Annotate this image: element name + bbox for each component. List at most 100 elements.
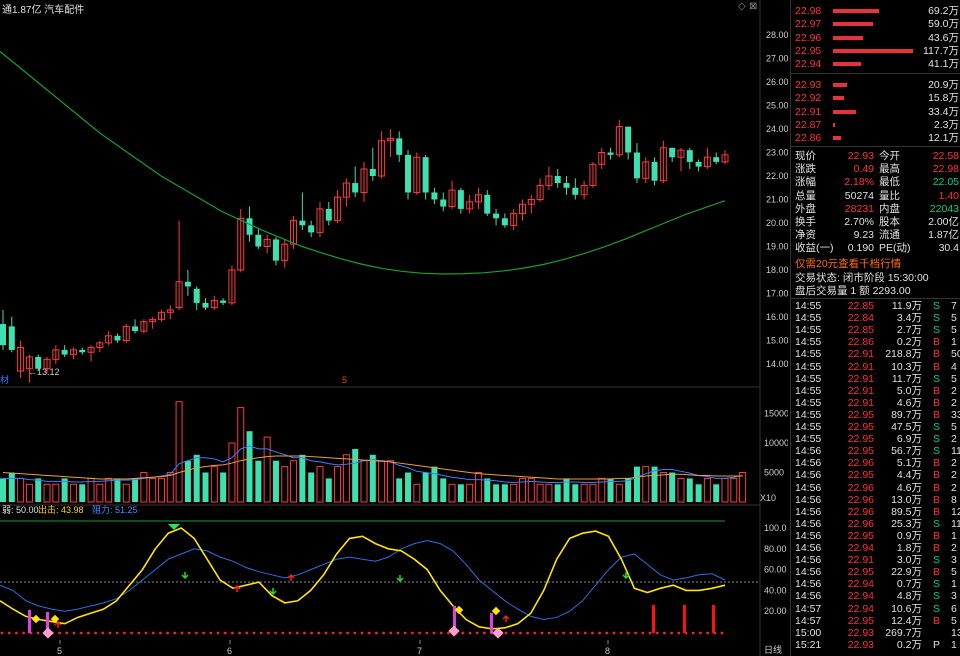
volume-bar <box>448 483 456 503</box>
tick-side: B <box>933 360 941 373</box>
bid-row[interactable]: 22.93 20.9万 <box>795 79 960 92</box>
tick-volume: 2.7万 <box>896 324 922 337</box>
tick-row[interactable]: 14:56 22.96 89.5万 B 12 <box>795 506 960 519</box>
tick-side: B <box>933 542 941 554</box>
price-tick: 18.00 <box>766 265 788 275</box>
quote-row[interactable]: 净资 9.23 流通 1.87亿 <box>795 229 960 242</box>
tick-row[interactable]: 14:55 22.86 0.2万 B 1 <box>795 336 960 349</box>
baseline-dot <box>555 631 558 635</box>
tick-row[interactable]: 14:56 22.95 56.7万 S 11 <box>795 445 960 458</box>
tick-side: S <box>933 324 941 337</box>
tick-row[interactable]: 14:57 22.94 10.6万 S 6 <box>795 603 960 616</box>
baseline-dot <box>187 631 191 635</box>
ask-price: 22.96 <box>795 31 822 44</box>
quote-key: PE(动) <box>879 242 911 255</box>
tick-row[interactable]: 14:56 22.95 0.9万 B 1 <box>795 530 960 543</box>
quote-row[interactable]: 总量 50274 量比 1.40 <box>795 190 960 203</box>
tick-row[interactable]: 14:55 22.95 47.5万 S 5 <box>795 421 960 434</box>
tick-price: 22.85 <box>847 324 874 337</box>
bid-row[interactable]: 22.87 2.3万 <box>795 119 960 132</box>
baseline-dot <box>598 631 601 635</box>
candle-body <box>563 183 570 188</box>
tick-time: 14:56 <box>795 554 822 567</box>
tick-row[interactable]: 14:56 22.96 5.1万 B 2 <box>795 457 960 470</box>
tick-row[interactable]: 14:55 22.91 10.3万 B 4 <box>795 361 960 374</box>
tick-row[interactable]: 14:55 22.84 3.4万 S 5 <box>795 312 960 325</box>
ask-row[interactable]: 22.96 43.6万 <box>795 32 960 45</box>
tick-row[interactable]: 15:21 22.93 0.2万 P 1 <box>795 639 960 652</box>
candle-body <box>713 157 720 162</box>
tick-volume: 5.1万 <box>896 457 922 470</box>
baseline-dot <box>367 631 371 635</box>
tick-row[interactable]: 14:55 22.95 6.9万 S 2 <box>795 433 960 446</box>
tick-row[interactable]: 14:56 22.95 22.9万 B 5 <box>795 566 960 579</box>
quote-row[interactable]: 涨幅 2.18% 最低 22.05 <box>795 176 960 189</box>
ask-row[interactable]: 22.97 59.0万 <box>795 18 960 31</box>
quote-row[interactable]: 现价 22.93 今开 22.58 <box>795 150 960 163</box>
tick-price: 22.85 <box>847 300 874 312</box>
volume-bar <box>272 460 279 502</box>
quote-key: 净资 <box>795 229 816 242</box>
tick-row[interactable]: 14:55 22.91 4.6万 B 2 <box>795 397 960 410</box>
volume-bar <box>360 460 368 503</box>
tick-time: 14:56 <box>795 529 822 542</box>
tick-row[interactable]: 14:56 22.95 4.4万 B 2 <box>795 469 960 482</box>
ask-row[interactable]: 22.95 117.7万 <box>795 45 960 58</box>
bid-row[interactable]: 22.92 15.8万 <box>795 92 960 105</box>
tick-row[interactable]: 14:57 22.95 12.4万 B 5 <box>795 615 960 628</box>
tick-row[interactable]: 14:55 22.91 5.0万 B 2 <box>795 385 960 398</box>
tick-price: 22.93 <box>847 626 874 639</box>
tick-row[interactable]: 14:56 22.91 3.0万 S 3 <box>795 554 960 567</box>
bid-row[interactable]: 22.91 33.4万 <box>795 106 960 119</box>
tick-row[interactable]: 14:55 22.85 2.7万 S 5 <box>795 324 960 337</box>
price-tick: 23.00 <box>766 148 788 158</box>
tick-row[interactable]: 14:56 22.96 25.3万 S 11 <box>795 518 960 531</box>
tick-price: 22.95 <box>847 566 874 579</box>
tick-row[interactable]: 14:55 22.95 89.7万 B 33 <box>795 409 960 422</box>
candle-body <box>607 152 614 155</box>
tick-row[interactable]: 14:55 22.85 11.9万 S 7 <box>795 300 960 313</box>
volume-bar <box>730 477 738 503</box>
quote-row[interactable]: 收益(一) 0.190 PE(动) 30.4 <box>795 242 960 255</box>
volume-bar <box>157 477 165 503</box>
ask-price: 22.97 <box>795 18 822 31</box>
baseline-dot <box>605 631 609 635</box>
tick-volume: 0.9万 <box>896 529 922 542</box>
tick-row[interactable]: 14:55 22.91 218.8万 B 50 <box>795 348 960 361</box>
indicator-out-label: 出击: 43.98 <box>38 504 84 515</box>
price-tick: 25.00 <box>766 101 788 111</box>
promo-link[interactable]: 仅需20元查看千档行情 <box>795 258 960 271</box>
quote-row[interactable]: 换手 2.70% 股本 2.00亿 <box>795 216 960 229</box>
ask-row[interactable]: 22.94 41.1万 <box>795 58 960 71</box>
tick-row[interactable]: 14:56 22.94 0.7万 S 1 <box>795 578 960 591</box>
tick-row[interactable]: 14:56 22.96 13.0万 B 8 <box>795 494 960 507</box>
bid-row[interactable]: 22.86 12.1万 <box>795 132 960 145</box>
ask-row[interactable]: 22.98 69.2万 <box>795 5 960 18</box>
chart-area[interactable]: 通1.87亿 汽车配件 ◇ ⊠ 材 5 28.00 27.00 26.00 25.00… <box>0 0 789 656</box>
kline-chart[interactable]: 通1.87亿 汽车配件 ◇ ⊠ 材 5 28.00 27.00 26.00 25.00… <box>0 0 789 656</box>
quote-row[interactable]: 涨跌 0.49 最高 22.98 <box>795 163 960 176</box>
price-tick: 22.00 <box>766 171 788 181</box>
baseline-dot <box>130 631 134 635</box>
volume-bar <box>695 484 702 502</box>
tick-row[interactable]: 14:56 22.96 4.6万 B 2 <box>795 482 960 495</box>
tick-row[interactable]: 14:56 22.94 4.8万 S 3 <box>795 590 960 603</box>
tick-row[interactable]: 14:56 22.94 1.8万 B 2 <box>795 542 960 555</box>
window-close-icon[interactable]: ⊠ <box>749 1 757 12</box>
volume-bar <box>713 484 720 502</box>
volume-bar <box>703 477 711 503</box>
baseline-dot <box>151 631 155 635</box>
candle-body <box>633 152 640 179</box>
baseline-dot <box>259 631 263 635</box>
volume-bar <box>474 472 482 503</box>
quote-row[interactable]: 外盘 28231 内盘 22043 <box>795 203 960 216</box>
orderbook-divider <box>791 73 960 74</box>
window-restore-icon[interactable]: ◇ <box>738 1 746 12</box>
volume-bar <box>255 460 262 502</box>
price-tick: 21.00 <box>766 195 788 205</box>
tick-row[interactable]: 14:55 22.91 11.7万 S 5 <box>795 373 960 386</box>
price-tick: 17.00 <box>766 289 788 299</box>
baseline-dot <box>483 631 486 635</box>
tick-row[interactable]: 15:00 22.93 269.7万 139 <box>795 627 960 640</box>
bid-volume: 20.9万 <box>928 79 959 91</box>
